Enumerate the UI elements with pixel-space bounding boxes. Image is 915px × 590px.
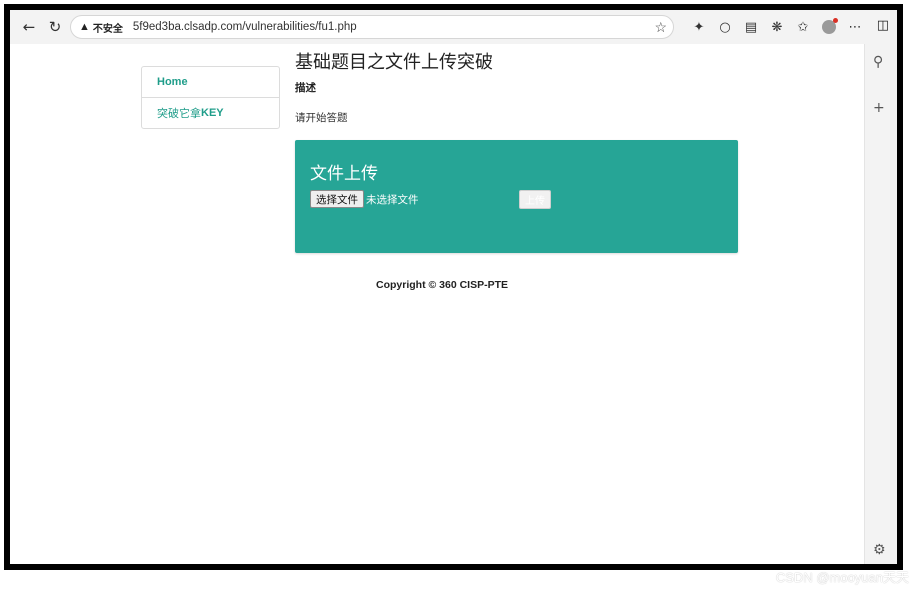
upload-panel: 文件上传 选择文件 未选择文件 上传 — [295, 140, 738, 253]
sidebar-toggle-icon[interactable]: ◫ — [877, 18, 889, 33]
browser-extension-icons: ✦ ○ ▤ ❋ ✩ ⋯ — [686, 18, 868, 36]
main-content: 基础题目之文件上传突破 描述 请开始答题 文件上传 选择文件 未选择文件 上传 — [295, 52, 739, 253]
search-icon[interactable]: ⚲ — [873, 54, 883, 70]
favorites-icon[interactable]: ✩ — [790, 18, 816, 36]
warning-triangle-icon: ▲ — [79, 21, 90, 33]
gear-icon[interactable]: ⚙ — [873, 542, 886, 558]
browser-window: ← ↻ ▲ 不安全 5f9ed3ba.clsadp.com/vulnerabil… — [4, 4, 903, 570]
nav-item-get-key-suffix: KEY — [201, 107, 224, 119]
favorite-star-icon[interactable]: ☆ — [654, 19, 667, 36]
description-label: 描述 — [295, 82, 316, 94]
file-status-text: 未选择文件 — [366, 194, 419, 206]
nav-item-get-key[interactable]: 突破它拿 KEY — [142, 97, 279, 128]
more-options-icon[interactable]: ⋯ — [842, 18, 868, 36]
url-text[interactable]: 5f9ed3ba.clsadp.com/vulnerabilities/fu1.… — [133, 21, 357, 33]
watermark-text: CSDN @mooyuan天天 — [775, 570, 909, 585]
bird-extension-icon[interactable]: ✦ — [686, 18, 712, 36]
choose-file-button[interactable]: 选择文件 — [310, 190, 364, 208]
description-text: 请开始答题 — [295, 112, 348, 124]
left-navigation: Home 突破它拿 KEY — [141, 66, 280, 129]
edge-sidebar: ⚲ + ⚙ — [864, 44, 897, 564]
reload-icon[interactable]: ↻ — [46, 18, 64, 36]
upload-button[interactable]: 上传 — [519, 190, 551, 209]
security-label: 不安全 — [92, 23, 123, 35]
circle-extension-icon[interactable]: ○ — [712, 18, 738, 36]
add-icon[interactable]: + — [873, 100, 885, 116]
page-title: 基础题目之文件上传突破 — [295, 52, 493, 73]
upload-panel-title: 文件上传 — [310, 164, 378, 184]
copyright-text: Copyright © 360 CISP-PTE — [376, 279, 509, 291]
puzzle-extensions-icon[interactable]: ❋ — [764, 18, 790, 36]
avatar — [822, 18, 838, 34]
nav-item-home[interactable]: Home — [142, 67, 279, 97]
address-bar[interactable]: ▲ 不安全 5f9ed3ba.clsadp.com/vulnerabilitie… — [70, 15, 674, 39]
profile-avatar[interactable] — [816, 18, 842, 36]
notification-dot — [833, 18, 838, 23]
back-arrow-icon[interactable]: ← — [20, 18, 38, 36]
browser-toolbar: ← ↻ ▲ 不安全 5f9ed3ba.clsadp.com/vulnerabil… — [10, 10, 897, 44]
reading-view-icon[interactable]: ▤ — [738, 18, 764, 36]
nav-item-get-key-prefix: 突破它拿 — [157, 108, 201, 120]
page-content: Home 突破它拿 KEY 基础题目之文件上传突破 描述 请开始答题 文件上传 选… — [10, 44, 865, 564]
security-warning[interactable]: ▲ 不安全 — [79, 20, 123, 35]
